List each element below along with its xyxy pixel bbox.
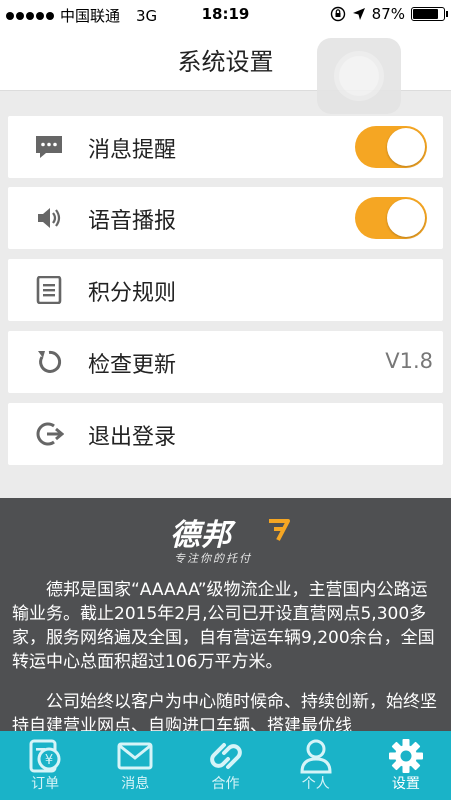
setting-label: 消息提醒	[88, 138, 177, 163]
battery-percent: 87%	[371, 5, 405, 23]
order-icon: ¥	[29, 739, 61, 773]
setting-logout[interactable]: 退出登录	[8, 403, 443, 465]
header: 系统设置	[0, 28, 451, 114]
company-logo: 德邦 专注你的托付	[170, 510, 290, 570]
tab-cooperation[interactable]: 合作	[180, 731, 270, 800]
logout-icon	[36, 422, 64, 446]
cooperation-icon	[209, 743, 242, 769]
setting-voice-broadcast[interactable]: 语音播报	[8, 187, 443, 249]
status-bar: 中国联通 3G 18:19 87%	[0, 0, 451, 28]
setting-label: 语音播报	[88, 209, 177, 234]
tab-orders[interactable]: ¥ 订单	[0, 731, 90, 800]
location-icon	[352, 8, 365, 20]
person-icon	[300, 739, 332, 774]
tab-settings[interactable]: 设置	[361, 731, 451, 800]
message-icon	[36, 136, 62, 158]
assistive-touch-button[interactable]	[317, 38, 401, 114]
setting-label: 检查更新	[88, 353, 177, 378]
rotation-lock-icon	[330, 6, 345, 22]
bottom-tab-bar: ¥ 订单 消息 合作 个人 设置	[0, 731, 451, 800]
battery-icon	[411, 7, 448, 21]
about-paragraph: 德邦是国家“AAAAA”级物流企业，主营国内公路运输业务。截止2015年2月,公…	[12, 580, 435, 672]
message-reminder-toggle[interactable]	[355, 126, 427, 168]
setting-points-rules[interactable]: 积分规则	[8, 259, 443, 321]
setting-message-reminder[interactable]: 消息提醒	[8, 116, 443, 178]
company-about-section: 德邦 专注你的托付 德邦是国家“AAAAA”级物流企业，主营国内公路运输业务。截…	[0, 498, 451, 731]
refresh-icon	[38, 350, 62, 373]
mail-icon	[117, 742, 153, 770]
tab-personal[interactable]: 个人	[271, 731, 361, 800]
document-icon	[36, 276, 62, 304]
about-paragraph: 公司始终以客户为中心随时候命、持续创新，始终坚持自建营业网点、自购进口车辆、搭建…	[12, 692, 437, 731]
app-version: V1.8	[385, 349, 433, 373]
tab-messages[interactable]: 消息	[90, 731, 180, 800]
speaker-icon	[38, 208, 61, 228]
setting-check-update[interactable]: 检查更新 V1.8	[8, 331, 443, 393]
setting-label: 积分规则	[88, 281, 177, 306]
logo-mark-icon	[269, 519, 290, 541]
voice-broadcast-toggle[interactable]	[355, 197, 427, 239]
svg-text:¥: ¥	[45, 753, 53, 768]
setting-label: 退出登录	[88, 425, 177, 450]
gear-icon	[388, 739, 423, 773]
